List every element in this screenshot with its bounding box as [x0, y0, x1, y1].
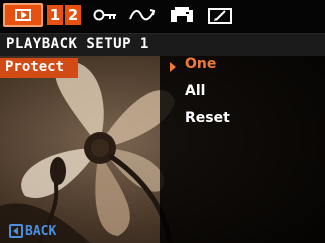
key-icon [93, 9, 116, 21]
menu-item-protect[interactable]: Protect [0, 58, 78, 78]
playback-icon [15, 9, 31, 21]
wave-icon [129, 9, 156, 21]
selection-arrow-icon [170, 62, 176, 72]
tab-wave[interactable] [128, 4, 156, 26]
tab-print[interactable] [168, 4, 196, 26]
options-panel: One All Reset [160, 56, 325, 243]
back-button[interactable]: BACK [9, 223, 56, 239]
option-one[interactable]: One [185, 56, 216, 72]
menu-item-protect-label: Protect [5, 59, 65, 75]
print-icon [171, 7, 193, 22]
back-label: BACK [25, 223, 57, 239]
option-all[interactable]: All [185, 83, 205, 99]
tab-page-1[interactable]: 1 [47, 5, 63, 25]
tab-edit[interactable] [206, 4, 234, 26]
edit-icon [208, 8, 232, 24]
tab-page-2[interactable]: 2 [65, 5, 81, 25]
tab-playback[interactable] [3, 3, 43, 27]
title-bar: PLAYBACK SETUP 1 [0, 33, 325, 56]
camera-screen: 1 2 PLAYBACK SETUP 1 Protect One All Res… [0, 0, 325, 243]
tab-key[interactable] [92, 4, 118, 26]
back-arrow-icon [9, 224, 23, 238]
page-title: PLAYBACK SETUP 1 [6, 36, 149, 52]
tab-bar: 1 2 [0, 0, 325, 32]
option-reset[interactable]: Reset [185, 110, 230, 126]
